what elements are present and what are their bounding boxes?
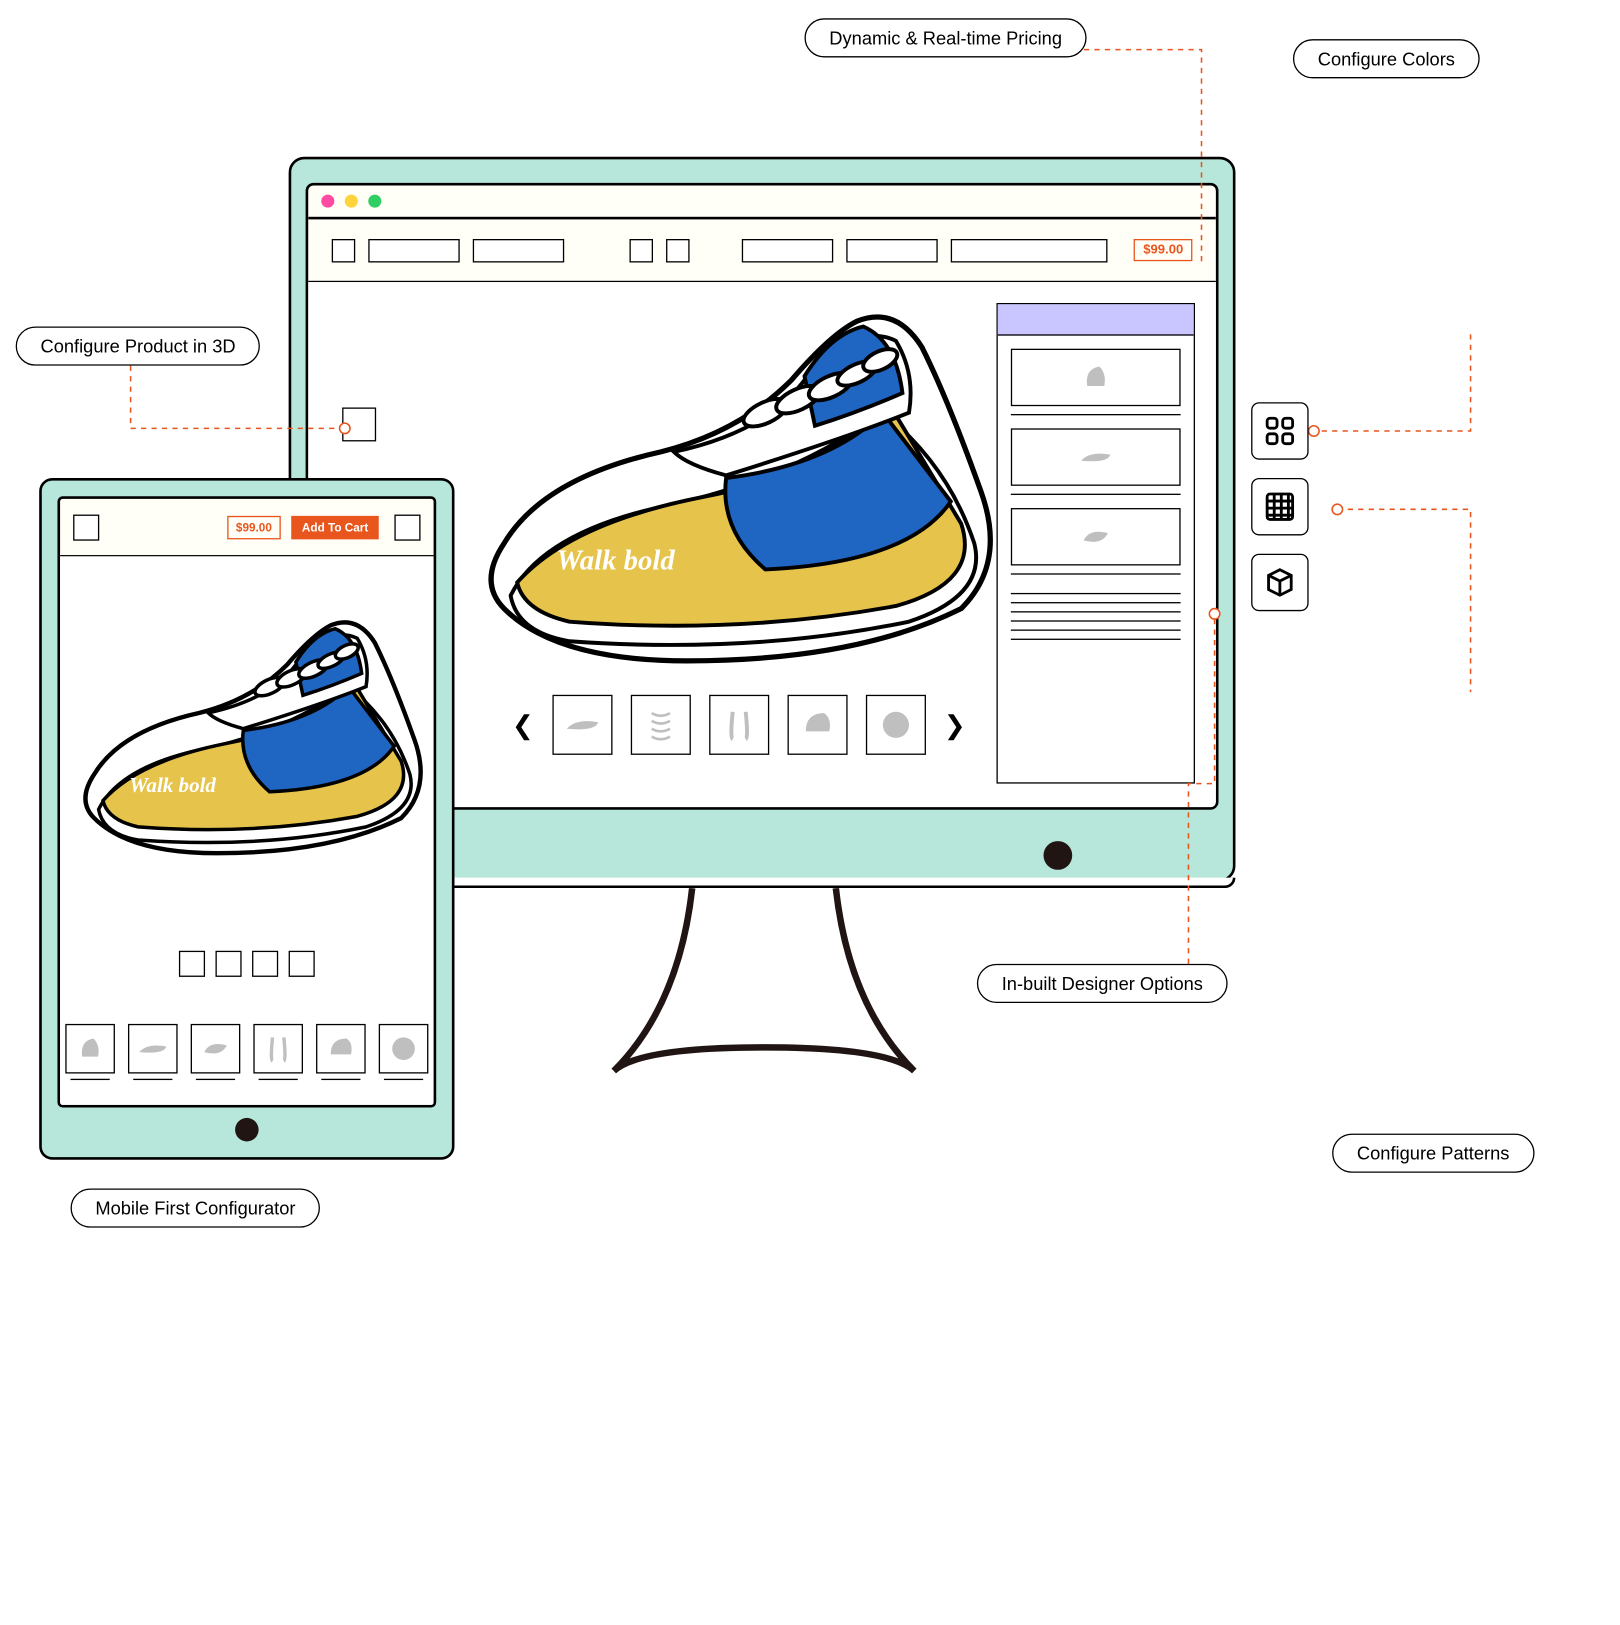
mobile-home-button[interactable]: [235, 1118, 259, 1142]
callout-patterns: Configure Patterns: [1332, 1134, 1534, 1173]
callout-3d: Configure Product in 3D: [16, 327, 261, 366]
tool-colors-button[interactable]: [1251, 402, 1308, 459]
mobile-canvas: Walk bold: [60, 556, 434, 1105]
mobile-screen: $99.00 Add To Cart Walk bold: [57, 496, 436, 1107]
mobile-menu-button[interactable]: [73, 514, 99, 540]
tool-materials-button[interactable]: [1251, 478, 1308, 535]
mobile-device-frame: $99.00 Add To Cart Walk bold: [39, 478, 454, 1160]
callout-colors: Configure Colors: [1293, 39, 1480, 78]
mobile-toolbar: $99.00 Add To Cart: [60, 499, 434, 556]
tool-3d-button[interactable]: [1251, 554, 1308, 611]
m-part-heel[interactable]: [316, 1024, 366, 1074]
callout-mobile: Mobile First Configurator: [71, 1188, 321, 1227]
callout-pricing: Dynamic & Real-time Pricing: [804, 18, 1086, 57]
mobile-add-to-cart-button[interactable]: Add To Cart: [291, 515, 378, 539]
m-part-sole[interactable]: [128, 1024, 178, 1074]
mobile-options-button[interactable]: [394, 514, 420, 540]
pager-dot[interactable]: [289, 951, 315, 977]
mobile-pager: [179, 951, 315, 977]
m-part-tongue[interactable]: [253, 1024, 303, 1074]
pager-dot[interactable]: [215, 951, 241, 977]
m-part-upper[interactable]: [65, 1024, 115, 1074]
m-part-laces[interactable]: [191, 1024, 241, 1074]
mobile-shoe-brand-text: Walk bold: [129, 773, 216, 797]
pager-dot[interactable]: [252, 951, 278, 977]
mobile-price-tag: $99.00: [227, 515, 281, 539]
product-shoe-mobile: Walk bold: [68, 569, 436, 909]
callout-designer: In-built Designer Options: [977, 964, 1228, 1003]
pager-dot[interactable]: [179, 951, 205, 977]
mobile-part-strip: [60, 1024, 434, 1089]
m-part-toe[interactable]: [379, 1024, 429, 1074]
designer-tool-stack: [1251, 402, 1620, 611]
